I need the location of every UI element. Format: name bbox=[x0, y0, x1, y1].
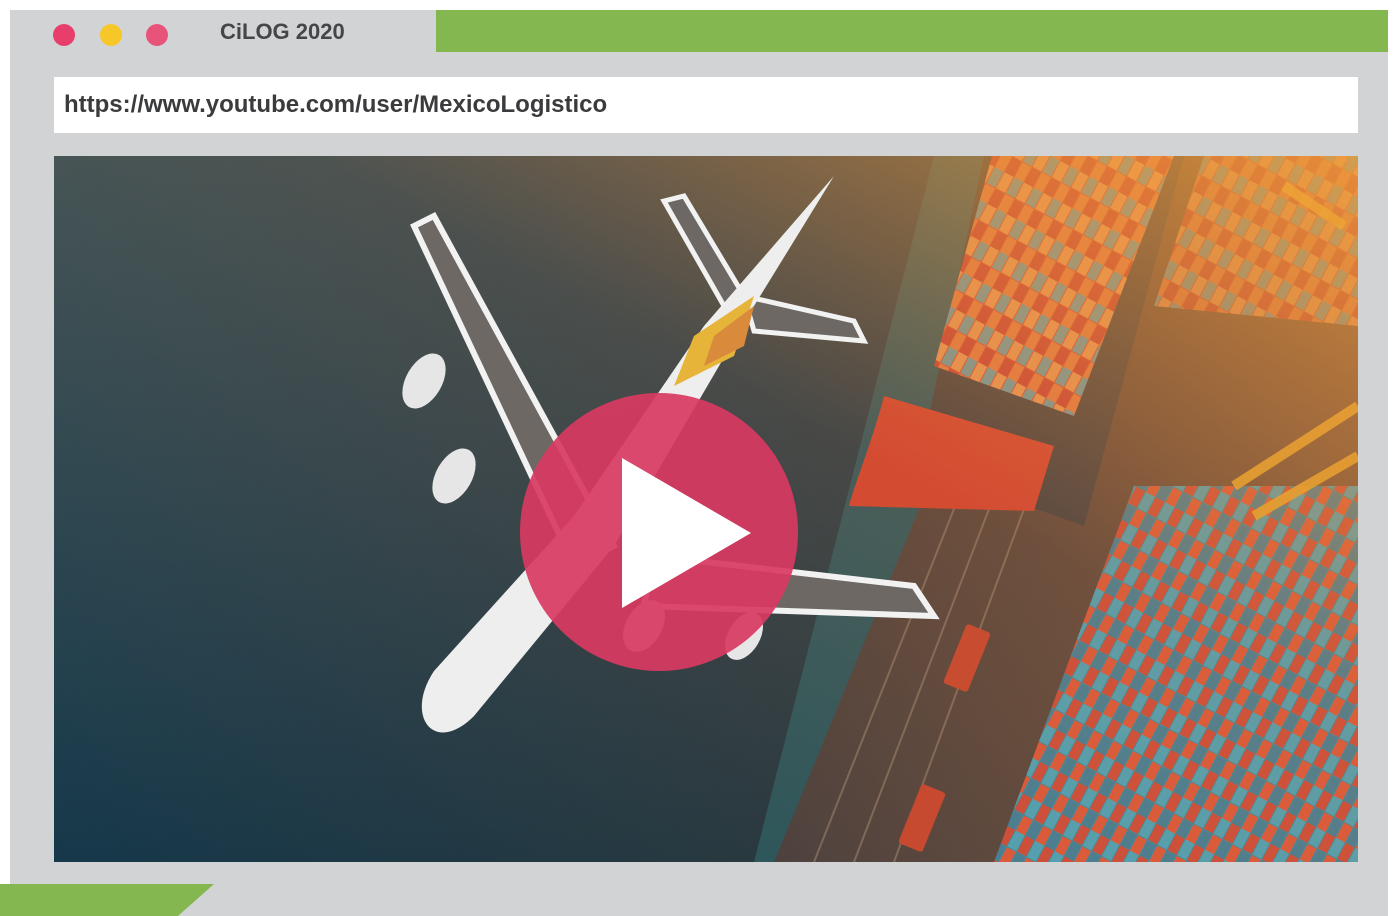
tab-title[interactable]: CiLOG 2020 bbox=[220, 18, 440, 46]
url-text[interactable]: https://www.youtube.com/user/MexicoLogis… bbox=[64, 77, 607, 133]
title-bar: CiLOG 2020 bbox=[10, 10, 1388, 52]
video-thumbnail[interactable] bbox=[54, 156, 1358, 862]
browser-window: CiLOG 2020 https://www.youtube.com/user/… bbox=[10, 10, 1388, 916]
maximize-window-button[interactable] bbox=[146, 24, 168, 46]
minimize-window-button[interactable] bbox=[100, 24, 122, 46]
close-window-button[interactable] bbox=[53, 24, 75, 46]
corner-accent bbox=[0, 884, 214, 916]
play-button[interactable] bbox=[520, 393, 798, 671]
browser-tab[interactable]: CiLOG 2020 bbox=[10, 10, 436, 52]
address-bar[interactable]: https://www.youtube.com/user/MexicoLogis… bbox=[54, 77, 1358, 133]
video-player[interactable] bbox=[54, 156, 1358, 862]
